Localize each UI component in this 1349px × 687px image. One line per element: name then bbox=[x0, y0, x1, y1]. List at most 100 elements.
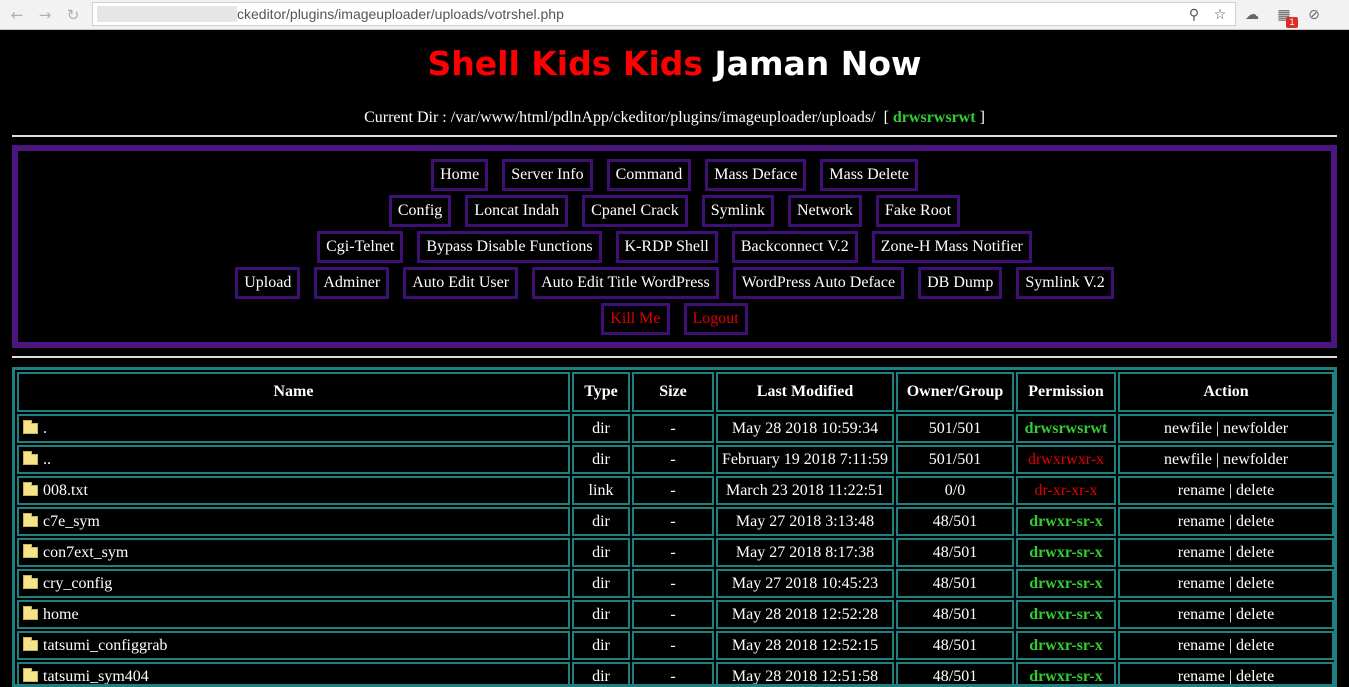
file-name-link[interactable]: con7ext_sym bbox=[43, 544, 128, 561]
cell-action: rename | delete bbox=[1118, 476, 1334, 505]
rename-link[interactable]: rename bbox=[1178, 575, 1225, 592]
reload-icon[interactable]: ↻ bbox=[64, 6, 82, 24]
delete-link[interactable]: delete bbox=[1236, 575, 1274, 592]
menu-bypass-disable-functions-button[interactable]: Bypass Disable Functions bbox=[417, 231, 602, 263]
cell-permission: drwxr-sr-x bbox=[1016, 507, 1116, 536]
newfolder-link[interactable]: newfolder bbox=[1223, 451, 1288, 468]
menu-row-3: Cgi-Telnet Bypass Disable Functions K-RDP … bbox=[18, 231, 1331, 263]
folder-icon bbox=[23, 420, 38, 434]
menu-row-2: Config Loncat Indah Cpanel Crack Symlink Net… bbox=[18, 195, 1331, 227]
delete-link[interactable]: delete bbox=[1236, 606, 1274, 623]
cell-permission: drwxrwxr-x bbox=[1016, 445, 1116, 474]
cell-permission: drwxr-sr-x bbox=[1016, 600, 1116, 629]
permission-link[interactable]: drwxr-sr-x bbox=[1029, 637, 1102, 654]
cell-action: rename | delete bbox=[1118, 662, 1334, 684]
menu-cpanel-crack-button[interactable]: Cpanel Crack bbox=[582, 195, 688, 227]
menu-symlink-button[interactable]: Symlink bbox=[701, 195, 774, 227]
permission-link[interactable]: drwxr-sr-x bbox=[1029, 575, 1102, 592]
menu-config-button[interactable]: Config bbox=[388, 195, 452, 227]
cell-name: . bbox=[17, 414, 570, 443]
rename-link[interactable]: rename bbox=[1178, 482, 1225, 499]
file-name-link[interactable]: home bbox=[43, 606, 79, 623]
cell-permission: dr-xr-xr-x bbox=[1016, 476, 1116, 505]
menu-command-button[interactable]: Command bbox=[606, 159, 692, 191]
file-name-link[interactable]: .. bbox=[43, 451, 51, 468]
menu-db-dump-button[interactable]: DB Dump bbox=[918, 267, 1003, 299]
delete-link[interactable]: delete bbox=[1236, 513, 1274, 530]
delete-link[interactable]: delete bbox=[1236, 637, 1274, 654]
delete-link[interactable]: delete bbox=[1236, 544, 1274, 561]
cell-last-modified: May 27 2018 3:13:48 bbox=[716, 507, 894, 536]
newfile-link[interactable]: newfile bbox=[1164, 451, 1212, 468]
cell-size: - bbox=[632, 445, 714, 474]
delete-link[interactable]: delete bbox=[1236, 668, 1274, 684]
permission-link[interactable]: drwsrwsrwt bbox=[1025, 420, 1108, 437]
folder-icon bbox=[23, 637, 38, 651]
menu-upload-button[interactable]: Upload bbox=[235, 267, 301, 299]
menu-cgi-telnet-button[interactable]: Cgi-Telnet bbox=[317, 231, 404, 263]
extension-cloud-icon[interactable]: ☁ bbox=[1242, 5, 1262, 25]
permission-link[interactable]: drwxrwxr-x bbox=[1028, 451, 1104, 468]
file-name-link[interactable]: tatsumi_configgrab bbox=[43, 637, 167, 654]
folder-icon bbox=[23, 575, 38, 589]
permission-link[interactable]: drwxr-sr-x bbox=[1029, 544, 1102, 561]
rename-link[interactable]: rename bbox=[1178, 544, 1225, 561]
menu-server-info-button[interactable]: Server Info bbox=[502, 159, 593, 191]
menu-zone-h-mass-notifier-button[interactable]: Zone-H Mass Notifier bbox=[871, 231, 1032, 263]
cell-owner-group: 501/501 bbox=[896, 445, 1014, 474]
menu-network-button[interactable]: Network bbox=[787, 195, 862, 227]
menu-k-rdp-shell-button[interactable]: K-RDP Shell bbox=[615, 231, 718, 263]
key-icon[interactable]: ⚲ bbox=[1185, 6, 1203, 24]
rename-link[interactable]: rename bbox=[1178, 668, 1225, 684]
file-name-link[interactable]: 008.txt bbox=[43, 482, 88, 499]
newfolder-link[interactable]: newfolder bbox=[1223, 420, 1288, 437]
file-name-link[interactable]: tatsumi_sym404 bbox=[43, 668, 149, 684]
header-owner-group: Owner/Group bbox=[896, 372, 1014, 412]
cell-size: - bbox=[632, 476, 714, 505]
file-table-container: Name Type Size Last Modified Owner/Group… bbox=[12, 367, 1337, 687]
forward-arrow-icon[interactable]: → bbox=[36, 6, 54, 24]
permission-link[interactable]: dr-xr-xr-x bbox=[1034, 482, 1097, 499]
file-name-link[interactable]: c7e_sym bbox=[43, 513, 100, 530]
menu-loncat-indah-button[interactable]: Loncat Indah bbox=[465, 195, 569, 227]
cell-permission: drwxr-sr-x bbox=[1016, 569, 1116, 598]
table-row: con7ext_sym dir - May 27 2018 8:17:38 48/501… bbox=[17, 538, 1334, 567]
menu-wordpress-auto-deface-button[interactable]: WordPress Auto Deface bbox=[732, 267, 905, 299]
cell-last-modified: May 28 2018 10:59:34 bbox=[716, 414, 894, 443]
menu-logout-button[interactable]: Logout bbox=[683, 303, 748, 335]
divider-top bbox=[12, 135, 1337, 137]
menu-mass-deface-button[interactable]: Mass Deface bbox=[705, 159, 807, 191]
file-name-link[interactable]: . bbox=[43, 420, 47, 437]
menu-mass-delete-button[interactable]: Mass Delete bbox=[820, 159, 918, 191]
back-arrow-icon[interactable]: ← bbox=[8, 6, 26, 24]
newfile-link[interactable]: newfile bbox=[1164, 420, 1212, 437]
menu-adminer-button[interactable]: Adminer bbox=[314, 267, 390, 299]
address-bar[interactable]: ckeditor/plugins/imageuploader/uploads/v… bbox=[92, 2, 1236, 26]
menu-auto-edit-title-wordpress-button[interactable]: Auto Edit Title WordPress bbox=[532, 267, 719, 299]
menu-home-button[interactable]: Home bbox=[431, 159, 489, 191]
rename-link[interactable]: rename bbox=[1178, 606, 1225, 623]
rename-link[interactable]: rename bbox=[1178, 513, 1225, 530]
title-red-part: Shell Kids Kids bbox=[427, 44, 704, 83]
folder-icon bbox=[23, 668, 38, 682]
permission-link[interactable]: drwxr-sr-x bbox=[1029, 668, 1102, 684]
file-table: Name Type Size Last Modified Owner/Group… bbox=[15, 370, 1334, 684]
file-name-link[interactable]: cry_config bbox=[43, 575, 112, 592]
extension-block-icon[interactable]: ⊘ bbox=[1304, 5, 1324, 25]
current-dir-permission[interactable]: drwsrwsrwt bbox=[893, 109, 976, 126]
url-text: ckeditor/plugins/imageuploader/uploads/v… bbox=[237, 6, 564, 22]
menu-backconnect-v-2-button[interactable]: Backconnect V.2 bbox=[731, 231, 858, 263]
rename-link[interactable]: rename bbox=[1178, 637, 1225, 654]
menu-auto-edit-user-button[interactable]: Auto Edit User bbox=[403, 267, 519, 299]
cell-owner-group: 48/501 bbox=[896, 662, 1014, 684]
star-icon[interactable]: ☆ bbox=[1211, 6, 1229, 24]
permission-link[interactable]: drwxr-sr-x bbox=[1029, 606, 1102, 623]
cell-owner-group: 48/501 bbox=[896, 600, 1014, 629]
menu-kill-me-button[interactable]: Kill Me bbox=[601, 303, 670, 335]
permission-link[interactable]: drwxr-sr-x bbox=[1029, 513, 1102, 530]
cell-permission: drwxr-sr-x bbox=[1016, 662, 1116, 684]
delete-link[interactable]: delete bbox=[1236, 482, 1274, 499]
table-row: tatsumi_configgrab dir - May 28 2018 12:52:… bbox=[17, 631, 1334, 660]
menu-symlink-v-2-button[interactable]: Symlink V.2 bbox=[1016, 267, 1114, 299]
menu-fake-root-button[interactable]: Fake Root bbox=[875, 195, 961, 227]
